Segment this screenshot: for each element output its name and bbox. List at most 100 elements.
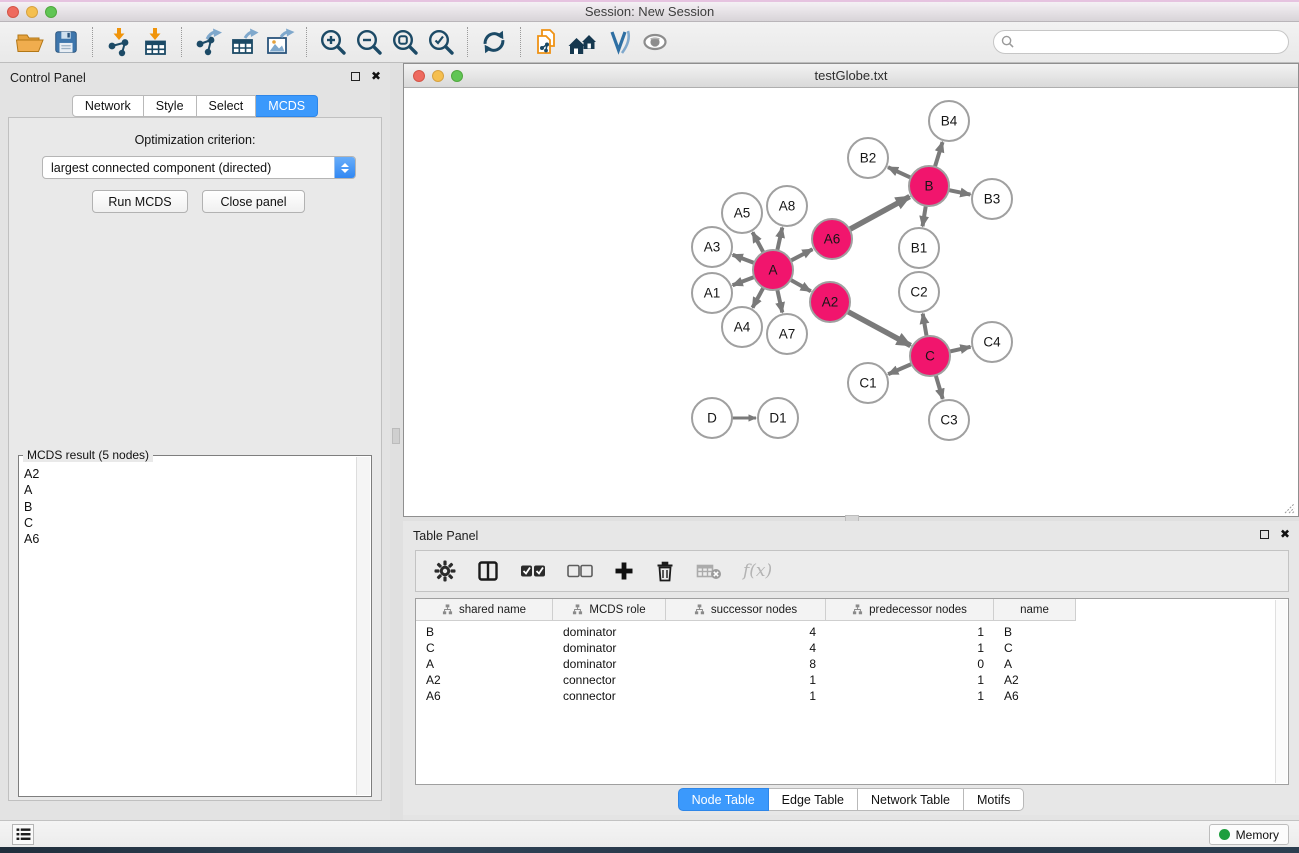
graph-edge-C-C4[interactable]: [950, 347, 971, 352]
graph-node-A4[interactable]: A4: [722, 307, 762, 347]
graph-node-B[interactable]: B: [909, 166, 949, 206]
tab-style[interactable]: Style: [144, 95, 197, 117]
save-session-icon[interactable]: [48, 24, 84, 60]
table-row[interactable]: A2connector11A2: [416, 672, 1288, 688]
graph-node-C[interactable]: C: [910, 336, 950, 376]
graph-edge-A-A4[interactable]: [753, 288, 764, 308]
graph-node-A8[interactable]: A8: [767, 186, 807, 226]
splitter-handle[interactable]: [392, 428, 400, 444]
hide-graphics-icon[interactable]: [601, 24, 637, 60]
column-header-MCDS-role[interactable]: MCDS role: [553, 599, 666, 621]
graph-edge-C-C2[interactable]: [923, 314, 927, 337]
tab-mcds[interactable]: MCDS: [256, 95, 318, 117]
graph-edge-A2-C[interactable]: [848, 312, 911, 346]
zoom-out-icon[interactable]: [351, 24, 387, 60]
memory-button[interactable]: Memory: [1209, 824, 1289, 845]
table-row[interactable]: Adominator80A: [416, 656, 1288, 672]
graph-edge-A-A1[interactable]: [733, 277, 755, 285]
select-all-icon[interactable]: [520, 563, 546, 579]
table-row[interactable]: Bdominator41B: [416, 624, 1288, 640]
graph-node-A3[interactable]: A3: [692, 227, 732, 267]
graph-node-B4[interactable]: B4: [929, 101, 969, 141]
search-input[interactable]: [993, 30, 1289, 54]
graph-edge-B-B2[interactable]: [888, 167, 911, 177]
close-panel-button[interactable]: Close panel: [202, 190, 305, 213]
export-network-icon[interactable]: [190, 24, 226, 60]
graph-node-B3[interactable]: B3: [972, 179, 1012, 219]
graph-edge-A-A8[interactable]: [777, 227, 782, 250]
graph-edge-B-B4[interactable]: [935, 142, 943, 167]
documents-network-icon[interactable]: [529, 24, 565, 60]
tab-network-table[interactable]: Network Table: [858, 788, 964, 811]
graph-edge-A-A6[interactable]: [791, 249, 813, 260]
float-panel-icon[interactable]: [1260, 530, 1269, 539]
import-table-icon[interactable]: [137, 24, 173, 60]
float-panel-icon[interactable]: [351, 72, 360, 81]
graph-edge-B-B3[interactable]: [949, 190, 971, 195]
graph-edge-A6-B[interactable]: [850, 197, 910, 230]
column-header-predecessor-nodes[interactable]: predecessor nodes: [826, 599, 994, 621]
mcds-result-item[interactable]: A2: [20, 466, 356, 482]
graph-edge-A-A2[interactable]: [790, 280, 810, 291]
zoom-selected-icon[interactable]: [423, 24, 459, 60]
graph-node-C1[interactable]: C1: [848, 363, 888, 403]
close-panel-icon[interactable]: ✖: [1280, 530, 1290, 539]
graph-node-C2[interactable]: C2: [899, 272, 939, 312]
network-window-titlebar[interactable]: testGlobe.txt: [404, 64, 1298, 88]
vertical-splitter[interactable]: [390, 63, 403, 820]
run-mcds-button[interactable]: Run MCDS: [92, 190, 188, 213]
delete-icon[interactable]: [655, 560, 675, 582]
tab-network[interactable]: Network: [72, 95, 144, 117]
tab-node-table[interactable]: Node Table: [678, 788, 769, 811]
export-image-icon[interactable]: [262, 24, 298, 60]
graph-node-A7[interactable]: A7: [767, 314, 807, 354]
deselect-all-icon[interactable]: [567, 563, 593, 579]
graph-edge-C-C1[interactable]: [888, 364, 911, 374]
mcds-result-item[interactable]: A6: [20, 531, 356, 547]
eye-icon[interactable]: [637, 24, 673, 60]
graph-edge-B-B1[interactable]: [923, 206, 926, 227]
tab-select[interactable]: Select: [197, 95, 257, 117]
graph-edge-A-A5[interactable]: [753, 232, 764, 252]
add-column-icon[interactable]: [614, 561, 634, 581]
refresh-icon[interactable]: [476, 24, 512, 60]
task-history-icon[interactable]: [12, 824, 34, 845]
graph-node-A5[interactable]: A5: [722, 193, 762, 233]
graph-node-A[interactable]: A: [753, 250, 793, 290]
column-header-shared-name[interactable]: shared name: [416, 599, 553, 621]
network-canvas[interactable]: B4 B2 B B3 A8A5 A6 A3 B1 A C2 A1 A2 A4A7 C4 C C1 C3 D D1: [405, 89, 1297, 516]
graph-node-D[interactable]: D: [692, 398, 732, 438]
table-row[interactable]: A6connector11A6: [416, 688, 1288, 704]
graph-node-A1[interactable]: A1: [692, 273, 732, 313]
open-file-icon[interactable]: [12, 24, 48, 60]
double-house-icon[interactable]: [565, 24, 601, 60]
graph-node-C4[interactable]: C4: [972, 322, 1012, 362]
tab-edge-table[interactable]: Edge Table: [769, 788, 858, 811]
import-network-icon[interactable]: [101, 24, 137, 60]
tab-motifs[interactable]: Motifs: [964, 788, 1024, 811]
export-table-icon[interactable]: [226, 24, 262, 60]
column-header-name[interactable]: name: [994, 599, 1076, 621]
mcds-result-item[interactable]: C: [20, 515, 356, 531]
graph-node-C3[interactable]: C3: [929, 400, 969, 440]
gear-icon[interactable]: [434, 560, 456, 582]
graph-edge-A-A7[interactable]: [777, 290, 782, 313]
mcds-result-item[interactable]: B: [20, 499, 356, 515]
graph-node-A2[interactable]: A2: [810, 282, 850, 322]
zoom-in-icon[interactable]: [315, 24, 351, 60]
result-list-scrollbar[interactable]: [356, 457, 370, 795]
close-panel-icon[interactable]: ✖: [371, 72, 381, 81]
graph-node-B2[interactable]: B2: [848, 138, 888, 178]
mcds-result-item[interactable]: A: [20, 482, 356, 498]
graph-node-B1[interactable]: B1: [899, 228, 939, 268]
show-columns-icon[interactable]: [477, 560, 499, 582]
graph-node-D1[interactable]: D1: [758, 398, 798, 438]
table-row[interactable]: Cdominator41C: [416, 640, 1288, 656]
graph-node-A6[interactable]: A6: [812, 219, 852, 259]
graph-edge-C-C3[interactable]: [936, 375, 943, 399]
graph-edge-A-A3[interactable]: [733, 255, 755, 263]
zoom-fit-icon[interactable]: [387, 24, 423, 60]
table-scrollbar[interactable]: [1275, 600, 1287, 783]
optimization-criterion-dropdown[interactable]: largest connected component (directed): [42, 156, 356, 179]
column-header-successor-nodes[interactable]: successor nodes: [666, 599, 826, 621]
